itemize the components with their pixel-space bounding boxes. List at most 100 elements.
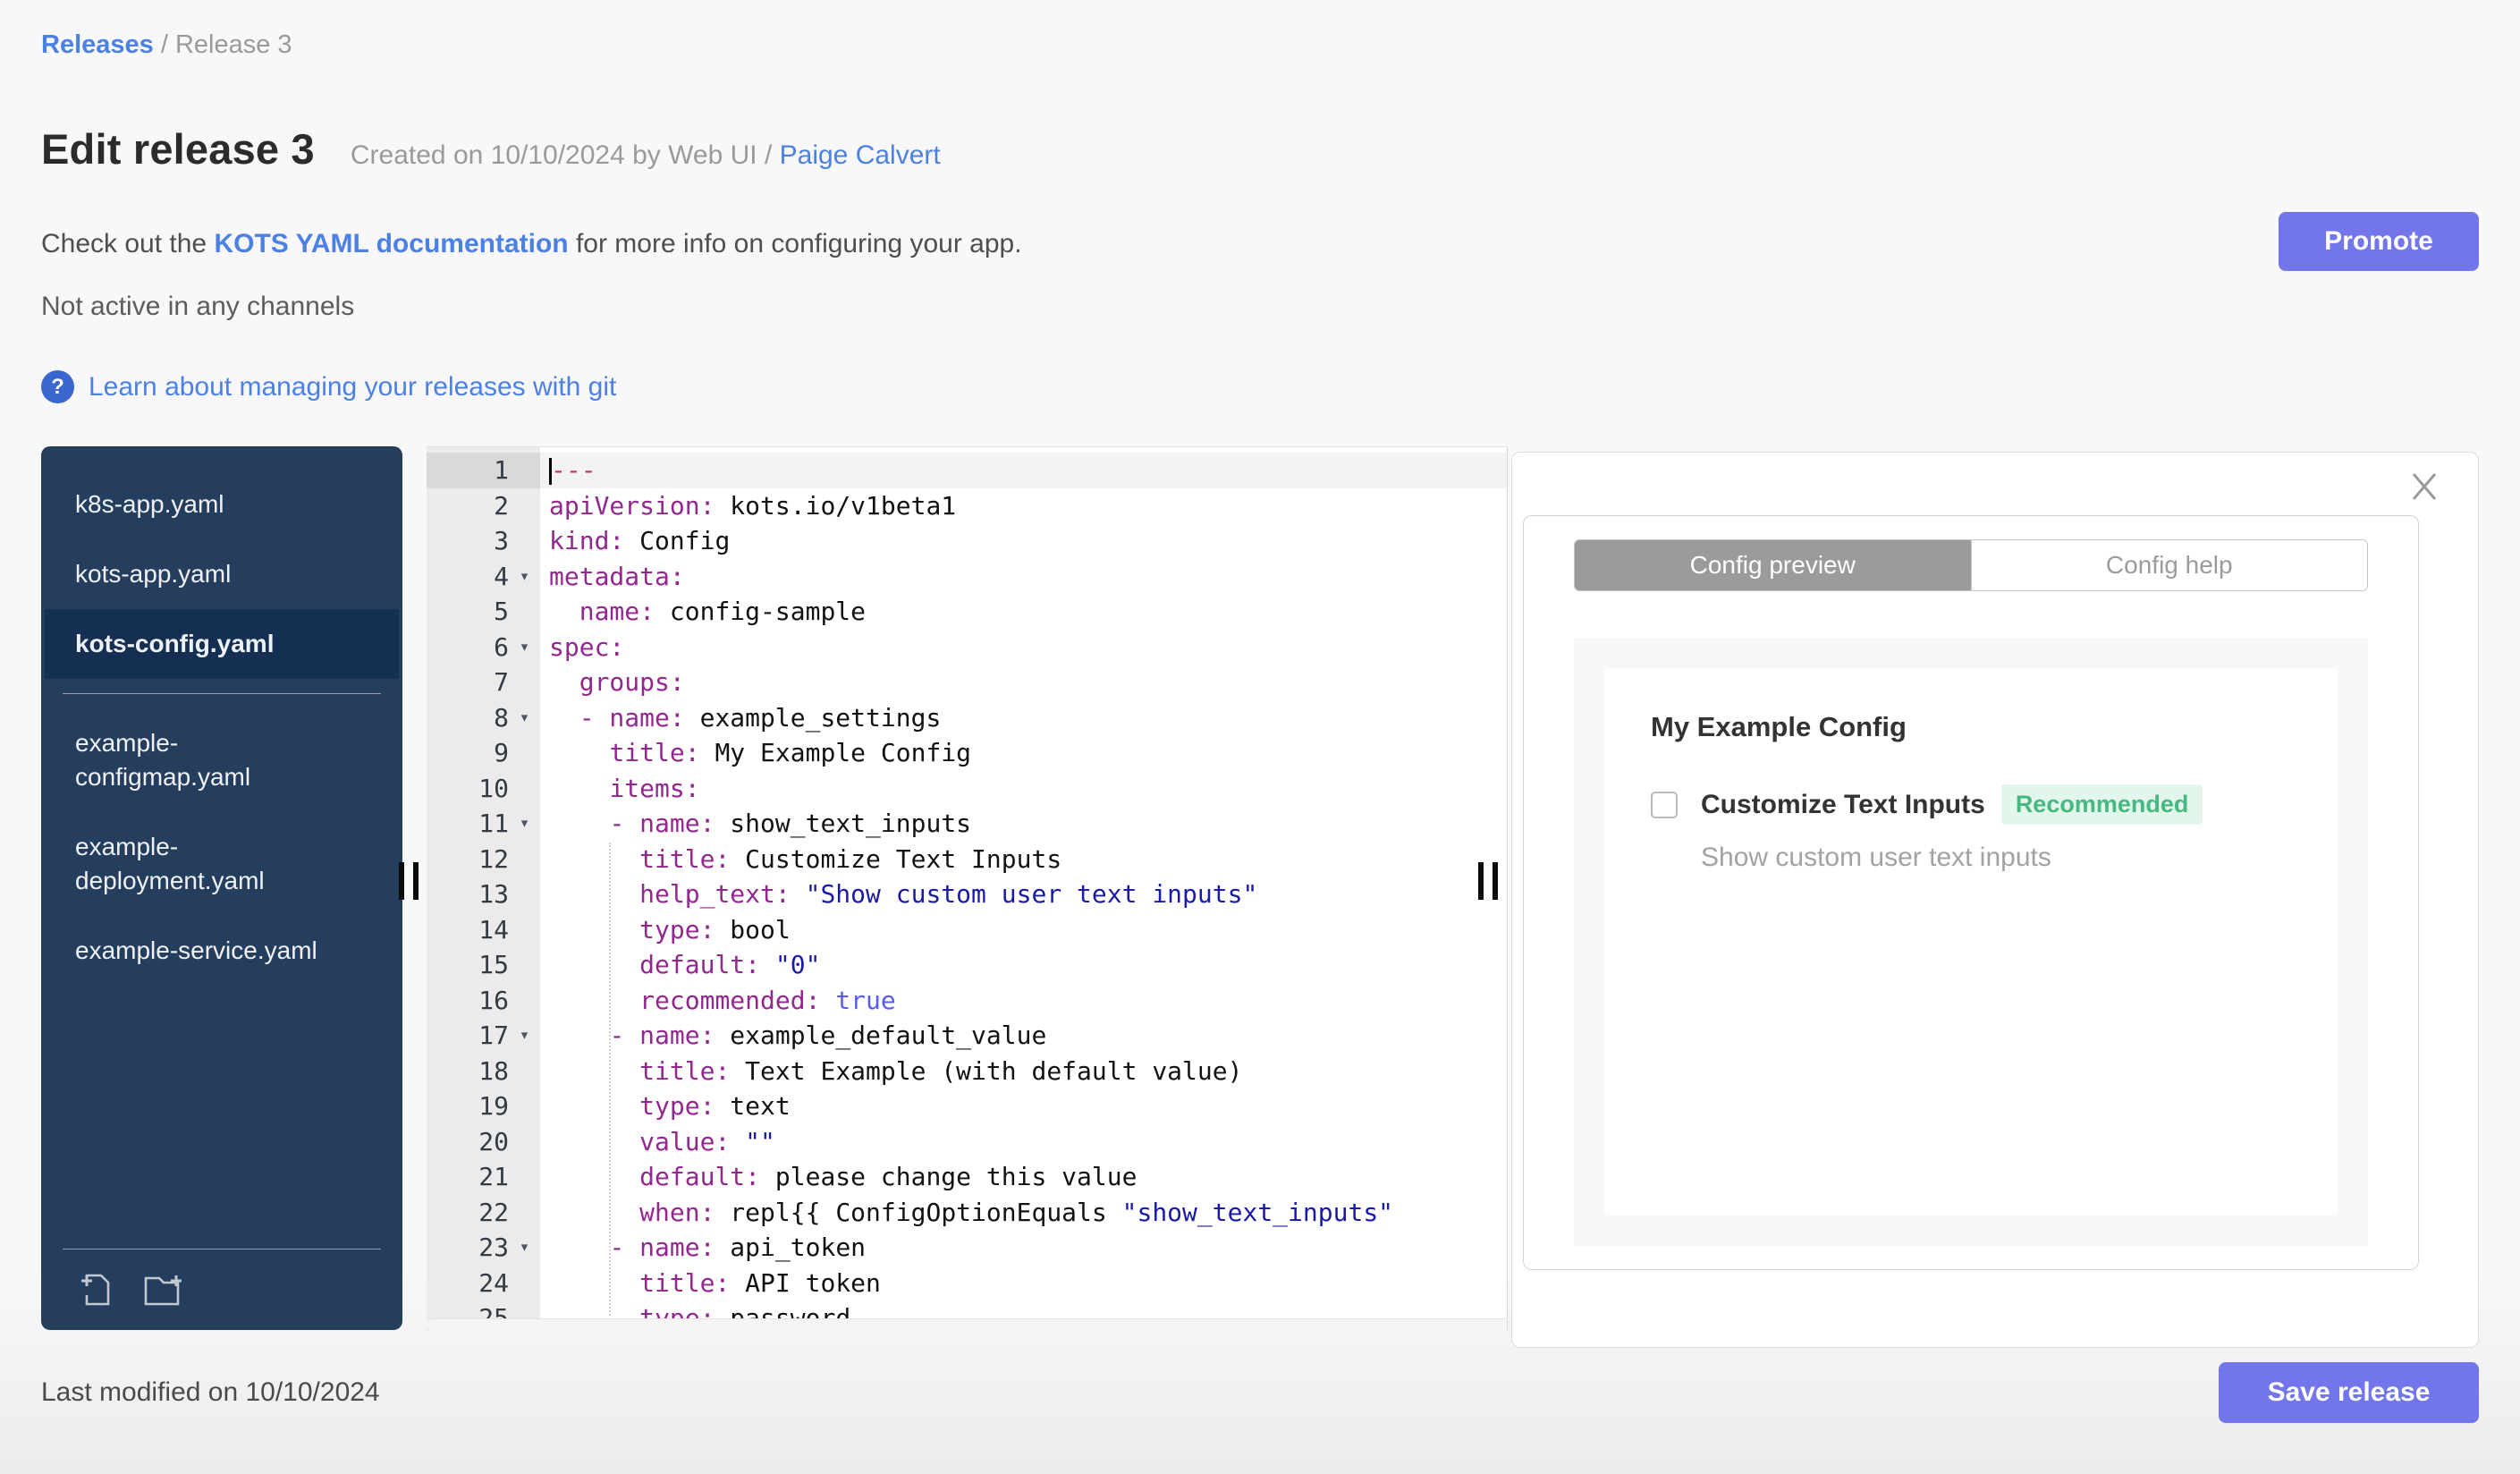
title-row: Edit release 3 Created on 10/10/2024 by … bbox=[41, 124, 2479, 174]
gutter-cell: 14 bbox=[427, 911, 540, 947]
config-render-area: My Example Config Customize Text Inputs … bbox=[1574, 638, 2368, 1246]
code-line[interactable]: 22 when: repl{{ ConfigOptionEquals "show… bbox=[427, 1194, 1507, 1230]
indent-guide bbox=[609, 843, 611, 1316]
code-line[interactable]: 21 default: please change this value bbox=[427, 1159, 1507, 1195]
release-editor-page: Releases / Release 3 Edit release 3 Crea… bbox=[0, 0, 2520, 1474]
sidebar-file-example-configmap.yaml[interactable]: example-configmap.yaml bbox=[41, 708, 402, 812]
kots-yaml-doc-link[interactable]: KOTS YAML documentation bbox=[214, 229, 568, 258]
code-line[interactable]: 11 ▾ - name: show_text_inputs bbox=[427, 806, 1507, 842]
code-line[interactable]: 6 ▾ spec: bbox=[427, 629, 1507, 665]
help-question-icon: ? bbox=[41, 370, 74, 403]
gutter-cell: 16 bbox=[427, 982, 540, 1018]
config-group-title: My Example Config bbox=[1651, 711, 1907, 742]
config-group-panel: My Example Config Customize Text Inputs … bbox=[1604, 668, 2338, 1216]
sidebar-divider bbox=[63, 693, 381, 694]
code-line[interactable]: 19 type: text bbox=[427, 1089, 1507, 1124]
code-lines: 1 --- 2 apiVersion: kots.io/v1beta1 3 kind: C… bbox=[427, 447, 1507, 1330]
breadcrumb-releases-link[interactable]: Releases bbox=[41, 30, 154, 59]
code-line[interactable]: 2 apiVersion: kots.io/v1beta1 bbox=[427, 487, 1507, 523]
sidebar-file-example-deployment.yaml[interactable]: example-deployment.yaml bbox=[41, 812, 402, 916]
gutter-cell: 15 bbox=[427, 947, 540, 983]
tab-config-preview[interactable]: Config preview bbox=[1575, 540, 1971, 590]
git-link-label: Learn about managing your releases with … bbox=[89, 371, 617, 402]
code-line[interactable]: 7 groups: bbox=[427, 665, 1507, 700]
breadcrumb-current: Release 3 bbox=[174, 30, 292, 59]
file-tree-sidebar: k8s-app.yaml kots-app.yaml kots-config.yam… bbox=[41, 446, 402, 1330]
code-line[interactable]: 16 recommended: true bbox=[427, 982, 1507, 1018]
promote-button[interactable]: Promote bbox=[2279, 212, 2479, 271]
config-item-row: Customize Text Inputs Recommended bbox=[1651, 784, 2291, 825]
sidebar-file-kots-app.yaml[interactable]: kots-app.yaml bbox=[41, 539, 402, 609]
gutter-cell: 12 bbox=[427, 841, 540, 877]
config-item-help-text: Show custom user text inputs bbox=[1701, 843, 2051, 872]
editor-horizontal-scrollbar[interactable] bbox=[427, 1318, 1507, 1330]
fold-arrow-icon[interactable]: ▾ bbox=[509, 1018, 540, 1054]
sidebar-resize-handle[interactable] bbox=[399, 862, 423, 900]
footer-bar: Last modified on 10/10/2024 Save release bbox=[41, 1362, 2479, 1423]
doc-text-before: Check out the bbox=[41, 229, 215, 258]
git-releases-link[interactable]: ? Learn about managing your releases wit… bbox=[41, 370, 616, 403]
code-line[interactable]: 3 kind: Config bbox=[427, 523, 1507, 559]
doc-text-after: for more info on configuring your app. bbox=[568, 229, 1022, 258]
code-line[interactable]: 15 default: "0" bbox=[427, 947, 1507, 983]
code-line[interactable]: 17 ▾ - name: example_default_value bbox=[427, 1018, 1507, 1054]
sidebar-file-kots-config.yaml[interactable]: kots-config.yaml bbox=[45, 609, 399, 679]
gutter-cell: 7 bbox=[427, 665, 540, 700]
yaml-code-editor[interactable]: 1 --- 2 apiVersion: kots.io/v1beta1 3 kind: C… bbox=[427, 446, 1508, 1330]
config-card: Config preview Config help My Example Co… bbox=[1523, 515, 2419, 1270]
breadcrumb: Releases / Release 3 bbox=[41, 0, 2479, 60]
tab-config-help[interactable]: Config help bbox=[1970, 540, 2367, 590]
gutter-cell: 4 ▾ bbox=[427, 558, 540, 595]
gutter-cell: 13 bbox=[427, 877, 540, 912]
gutter-cell: 10 bbox=[427, 770, 540, 806]
save-release-button[interactable]: Save release bbox=[2219, 1362, 2479, 1423]
gutter-cell: 11 ▾ bbox=[427, 806, 540, 842]
code-line[interactable]: 18 title: Text Example (with default val… bbox=[427, 1053, 1507, 1089]
code-line[interactable]: 24 title: API token bbox=[427, 1265, 1507, 1300]
editor-resize-handle[interactable] bbox=[1478, 862, 1502, 900]
gutter-cell: 1 bbox=[427, 453, 540, 488]
gutter-cell: 8 ▾ bbox=[427, 699, 540, 736]
gutter-cell: 3 bbox=[427, 523, 540, 559]
git-help-row: ? Learn about managing your releases wit… bbox=[41, 370, 2479, 403]
code-line[interactable]: 10 items: bbox=[427, 770, 1507, 806]
fold-arrow-icon[interactable]: ▾ bbox=[509, 806, 540, 842]
sidebar-actions bbox=[63, 1249, 381, 1314]
fold-arrow-icon[interactable]: ▾ bbox=[509, 559, 540, 595]
fold-arrow-icon[interactable]: ▾ bbox=[509, 630, 540, 665]
code-line[interactable]: 14 type: bool bbox=[427, 911, 1507, 947]
fold-arrow-icon[interactable]: ▾ bbox=[509, 1230, 540, 1266]
close-icon[interactable] bbox=[2408, 470, 2440, 503]
config-tabs: Config preview Config help bbox=[1574, 539, 2368, 591]
fold-arrow-icon[interactable]: ▾ bbox=[509, 700, 540, 736]
code-line[interactable]: 12 title: Customize Text Inputs bbox=[427, 841, 1507, 877]
code-line[interactable]: 4 ▾ metadata: bbox=[427, 558, 1507, 595]
code-line[interactable]: 9 title: My Example Config bbox=[427, 735, 1507, 771]
code-line[interactable]: 23 ▾ - name: api_token bbox=[427, 1230, 1507, 1266]
code-line[interactable]: 20 value: "" bbox=[427, 1123, 1507, 1159]
gutter-cell: 17 ▾ bbox=[427, 1018, 540, 1054]
code-line[interactable]: 1 --- bbox=[427, 453, 1507, 488]
page-title: Edit release 3 bbox=[41, 125, 315, 173]
sidebar-file-k8s-app.yaml[interactable]: k8s-app.yaml bbox=[41, 470, 402, 539]
gutter-cell: 6 ▾ bbox=[427, 629, 540, 665]
doc-hint-line: Check out the KOTS YAML documentation fo… bbox=[41, 229, 2479, 259]
gutter-cell: 21 bbox=[427, 1159, 540, 1195]
gutter-cell: 18 bbox=[427, 1053, 540, 1089]
author-link[interactable]: Paige Calvert bbox=[780, 140, 941, 170]
gutter-cell: 2 bbox=[427, 487, 540, 523]
last-modified-text: Last modified on 10/10/2024 bbox=[41, 1377, 380, 1407]
code-line[interactable]: 5 name: config-sample bbox=[427, 594, 1507, 630]
main-content-row: k8s-app.yaml kots-app.yaml kots-config.yam… bbox=[41, 446, 2479, 1348]
gutter-cell: 20 bbox=[427, 1123, 540, 1159]
recommended-badge: Recommended bbox=[2000, 784, 2203, 825]
created-line: Created on 10/10/2024 by Web UI / Paige … bbox=[351, 140, 941, 171]
add-file-icon[interactable] bbox=[73, 1266, 120, 1312]
code-line[interactable]: 13 help_text: "Show custom user text inp… bbox=[427, 877, 1507, 912]
config-item-label: Customize Text Inputs bbox=[1701, 789, 1985, 819]
customize-text-inputs-checkbox[interactable] bbox=[1651, 791, 1678, 818]
gutter-cell: 19 bbox=[427, 1089, 540, 1124]
code-line[interactable]: 8 ▾ - name: example_settings bbox=[427, 699, 1507, 736]
add-folder-icon[interactable] bbox=[140, 1266, 186, 1312]
sidebar-file-example-service.yaml[interactable]: example-service.yaml bbox=[41, 916, 402, 986]
